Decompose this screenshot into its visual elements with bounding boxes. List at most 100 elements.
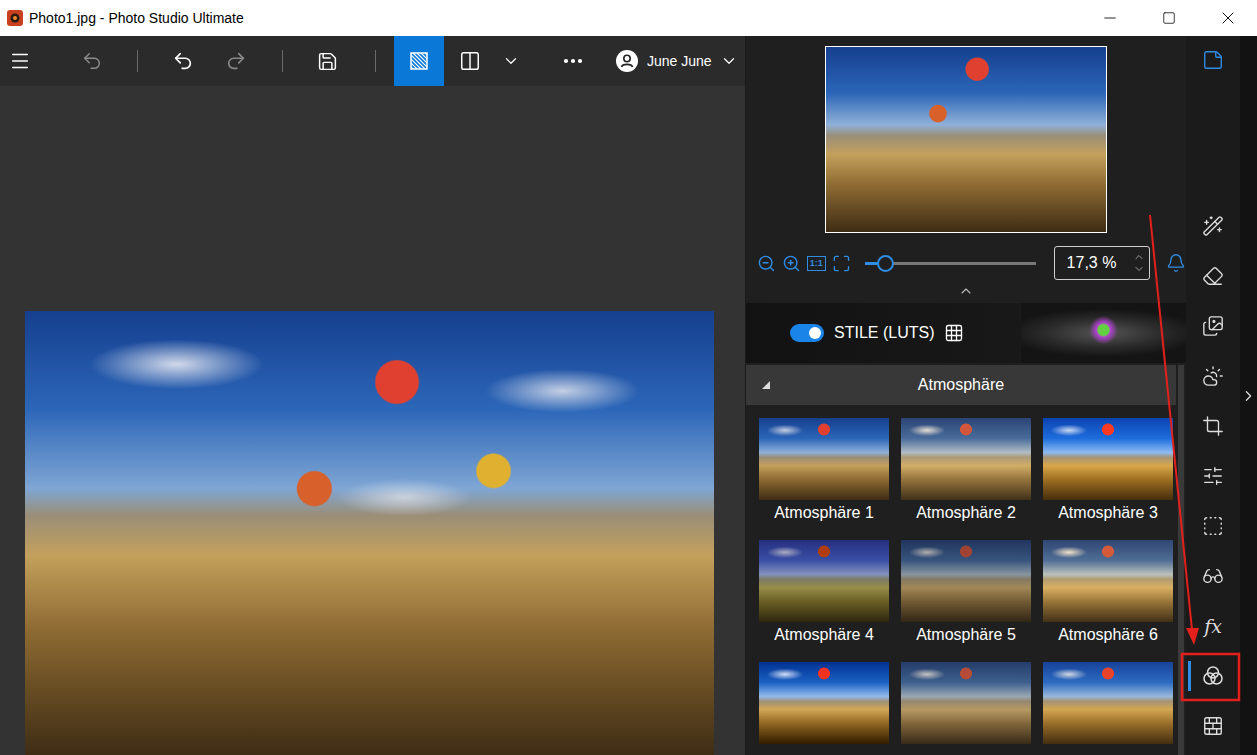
preset-card[interactable]: Atmosphäre 3 [1043,418,1173,526]
preset-label: Atmosphäre 2 [901,504,1031,526]
preset-list: Atmosphäre Atmosphäre 1 Atmosphäre 2 Atmosp… [746,365,1176,755]
close-button[interactable] [1198,0,1257,36]
main-area: June June 1:1 17,3 % STILE (LUTS) Atmosphäre… [0,36,1257,755]
tool-rail: fx [1186,36,1240,755]
zoom-in-icon[interactable] [782,254,801,273]
text-ai-tool[interactable] [1186,201,1240,251]
panel-expand-strip[interactable] [1240,36,1257,755]
weather-icon [1202,365,1224,387]
more-button[interactable] [551,36,595,86]
scrollbar-thumb[interactable] [1178,365,1184,755]
collapse-row[interactable] [746,281,1186,301]
redo-button[interactable] [214,36,258,86]
toolbar: June June [0,36,745,86]
split-button[interactable] [448,36,492,86]
minimize-button[interactable] [1080,0,1139,36]
preset-thumbnail[interactable] [901,540,1031,622]
side-panel: 1:117,3 %STILE (LUTS)AtmosphäreAtmosphär… [746,36,1186,755]
section-title: Atmosphäre [786,376,1136,394]
styles-label: STILE (LUTS) [834,324,934,342]
adjust-sliders-icon [1202,465,1224,487]
app-logo-icon [7,10,23,26]
zoom-field[interactable]: 17,3 % [1054,246,1151,280]
preset-card[interactable]: Atmosphäre 1 [759,418,889,526]
preset-thumbnail[interactable] [901,418,1031,500]
preset-thumbnail[interactable] [759,540,889,622]
preset-label: Atmosphäre 6 [1043,626,1173,648]
luts-circles-icon [1201,664,1225,688]
window-title: Photo1.jpg - Photo Studio Ultimate [29,10,244,26]
bell-icon[interactable] [1166,253,1186,273]
selection-icon [1202,515,1224,537]
toolbar-divider [375,50,376,72]
preset-thumbnail[interactable] [1043,540,1173,622]
crop-tool[interactable] [1186,401,1240,451]
glasses-tool[interactable] [1186,551,1240,601]
toggle-knob [809,327,821,339]
texture-tool[interactable] [1186,701,1240,751]
zoom-slider[interactable] [865,262,1036,265]
notes-tool[interactable] [1186,36,1240,84]
preset-thumbnail[interactable] [901,662,1031,744]
zoom-out-icon[interactable] [757,254,776,273]
selection-tool[interactable] [1186,501,1240,551]
actual-size-button[interactable]: 1:1 [807,256,826,271]
preset-label: Atmosphäre 1 [759,504,889,526]
adjust-tool[interactable] [1186,451,1240,501]
photo[interactable] [25,311,714,755]
preset-card[interactable]: Atmosphäre 2 [901,418,1031,526]
maximize-button[interactable] [1139,0,1198,36]
preset-card[interactable]: Atmosphäre 6 [1043,540,1173,648]
luts-tool[interactable] [1186,651,1240,701]
eraser-tool[interactable] [1186,251,1240,301]
navigator-thumbnail[interactable] [825,46,1107,233]
split-view-icon [459,50,481,72]
preset-thumbnail[interactable] [1043,418,1173,500]
chevron-down-icon [502,52,520,70]
menu-button[interactable] [0,36,40,86]
annotation-box [1182,654,1239,700]
preset-thumbnail[interactable] [759,418,889,500]
section-header[interactable]: Atmosphäre [746,365,1176,405]
text-magic-icon [1202,215,1224,237]
preset-card[interactable] [1043,662,1173,755]
compare-button[interactable] [394,36,444,86]
zoom-row: 1:1 17,3 % [746,245,1186,281]
expand-triangle-icon[interactable] [761,380,771,390]
preset-card[interactable]: Atmosphäre 4 [759,540,889,648]
preset-label [901,748,1031,755]
weather-tool[interactable] [1186,351,1240,401]
compare-icon [409,51,429,71]
undo-all-button[interactable] [70,36,114,86]
portrait-tool[interactable] [1186,301,1240,351]
styles-banner: STILE (LUTS) [746,303,1186,363]
user-chevron-icon [720,52,738,70]
glasses-icon [1202,565,1224,587]
save-icon [317,51,338,72]
scrollbar[interactable] [1176,365,1186,755]
styles-toggle[interactable] [790,324,824,342]
annotation-arrowhead [1186,628,1199,645]
editor-pane: June June [0,36,746,755]
preset-card[interactable] [901,662,1031,755]
zoom-slider-thumb[interactable] [877,255,894,272]
preset-card[interactable]: Atmosphäre 5 [901,540,1031,648]
preset-thumbnail[interactable] [759,662,889,744]
split-menu-button[interactable] [499,36,523,86]
preset-card[interactable] [759,662,889,755]
undo-button[interactable] [161,36,205,86]
section-toggle[interactable] [746,380,786,390]
fx-icon: fx [1204,615,1222,637]
preset-label: Atmosphäre 4 [759,626,889,648]
notes-icon [1202,49,1224,71]
redo-icon [225,50,247,72]
fx-tool[interactable]: fx [1186,601,1240,651]
user-menu[interactable]: June June [615,49,738,73]
preset-thumbnail[interactable] [1043,662,1173,744]
zoom-spinner[interactable] [1133,251,1145,275]
save-button[interactable] [305,36,349,86]
grid-view-button[interactable] [944,323,964,343]
collapse-icon [958,283,974,299]
fit-screen-icon[interactable] [832,254,851,273]
minimize-icon [1101,9,1119,27]
